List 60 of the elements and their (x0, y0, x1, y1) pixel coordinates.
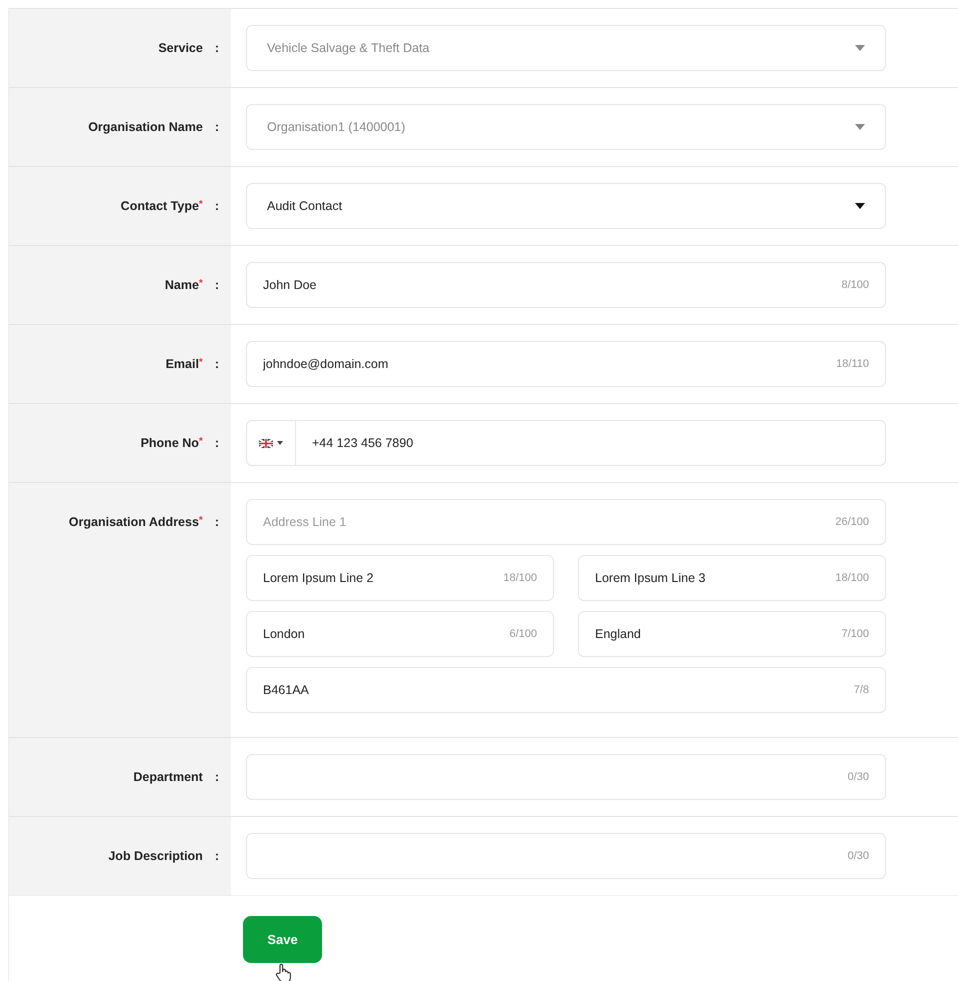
character-counter: 7/8 (854, 682, 869, 698)
character-counter: 7/100 (841, 626, 869, 642)
character-counter: 0/30 (848, 848, 869, 864)
dropdown-value: Vehicle Salvage & Theft Data (267, 40, 430, 57)
field-label: Name* (164, 276, 203, 294)
input-field[interactable]: Lorem Ipsum Line 3 18/100 (578, 555, 886, 601)
text-input[interactable]: London (263, 624, 502, 644)
text-input[interactable]: Lorem Ipsum Line 2 (263, 568, 496, 588)
colon: : (214, 276, 219, 294)
required-asterisk: * (198, 198, 203, 210)
dropdown-value: Organisation1 (1400001) (267, 118, 406, 136)
colon: : (214, 514, 219, 531)
phone-field[interactable]: +44 123 456 7890 (246, 420, 886, 466)
text-input[interactable]: England (595, 624, 834, 644)
text-input[interactable]: John Doe (263, 276, 834, 294)
colon: : (214, 768, 219, 786)
text-input[interactable]: Address Line 1 (263, 512, 828, 532)
phone-input[interactable]: +44 123 456 7890 (296, 434, 885, 452)
text-input[interactable]: johndoe@domain.com (263, 354, 828, 374)
required-asterisk: * (198, 515, 203, 526)
required-asterisk: * (198, 436, 203, 447)
character-counter: 8/100 (841, 278, 869, 293)
colon: : (214, 356, 219, 373)
input-field[interactable]: John Doe 8/100 (246, 262, 886, 308)
text-input[interactable]: Lorem Ipsum Line 3 (595, 568, 828, 588)
dropdown[interactable]: Audit Contact (246, 183, 886, 229)
character-counter: 6/100 (509, 626, 537, 642)
caret-icon (855, 45, 865, 51)
colon: : (214, 118, 219, 136)
colon: : (214, 434, 219, 452)
field-label: Organisation Name (88, 118, 203, 136)
colon: : (214, 198, 219, 215)
text-input[interactable]: B461AA (263, 680, 846, 700)
field-label: Job Description (108, 848, 203, 865)
input-field[interactable]: Lorem Ipsum Line 2 18/100 (246, 555, 554, 601)
field-label: Department (133, 768, 203, 786)
field-label: Phone No* (140, 434, 203, 452)
character-counter: 0/30 (848, 770, 869, 785)
dropdown-value: Audit Contact (267, 198, 342, 215)
character-counter: 18/100 (835, 570, 869, 586)
colon: : (214, 40, 219, 57)
caret-icon (277, 441, 283, 445)
input-field[interactable]: London 6/100 (246, 611, 554, 657)
character-counter: 18/100 (503, 570, 537, 586)
required-asterisk: * (198, 278, 203, 289)
field-label: Service (158, 40, 203, 57)
required-asterisk: * (198, 356, 203, 368)
save-button[interactable]: Save (243, 916, 322, 963)
input-field[interactable]: johndoe@domain.com 18/110 (246, 341, 886, 387)
character-counter: 26/100 (835, 514, 869, 530)
input-field[interactable]: England 7/100 (578, 611, 886, 657)
character-counter: 18/110 (836, 356, 869, 372)
colon: : (214, 848, 219, 865)
field-label: Contact Type* (120, 198, 203, 215)
field-label: Email* (166, 356, 203, 373)
flag-icon (259, 438, 273, 448)
caret-icon (855, 124, 865, 130)
field-label: Organisation Address* (68, 514, 203, 531)
input-field[interactable]: B461AA 7/8 (246, 667, 886, 713)
caret-icon (855, 203, 865, 209)
